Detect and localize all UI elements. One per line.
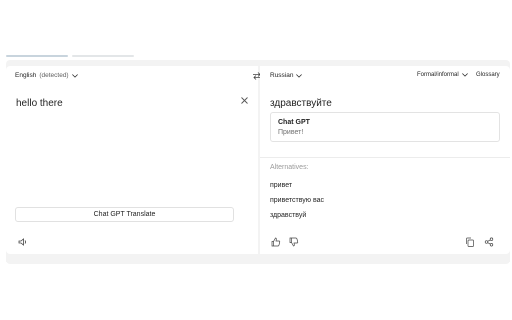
glossary-label: Glossary [476, 72, 500, 78]
alternatives-label: Alternatives: [270, 164, 309, 171]
alternative-item[interactable]: приветствую вас [270, 197, 324, 204]
chevron-down-icon [296, 73, 303, 78]
target-panel [260, 66, 510, 254]
chevron-down-icon [461, 73, 468, 77]
target-language-label: Russian [270, 72, 294, 79]
source-language-label: English [15, 72, 37, 79]
tone-selector[interactable]: Formal/informal [417, 72, 468, 78]
alternative-item[interactable]: здравствуй [270, 212, 306, 219]
speaker-icon[interactable] [18, 237, 28, 247]
header-area [0, 0, 512, 58]
ai-suggestion-card[interactable]: Chat GPT Привет! [270, 112, 500, 142]
card-text: Привет! [278, 129, 304, 136]
chatgpt-translate-button[interactable]: Chat GPT Translate [15, 207, 234, 222]
copy-icon[interactable] [465, 237, 475, 247]
thumbs-down-icon[interactable] [289, 237, 299, 247]
share-icon[interactable] [484, 237, 494, 247]
thumbs-up-icon[interactable] [271, 237, 281, 247]
tab-indicator[interactable] [72, 55, 134, 57]
source-language-hint: (detected) [39, 72, 69, 79]
alternative-item[interactable]: привет [270, 182, 292, 189]
target-language-selector[interactable]: Russian [270, 72, 303, 79]
card-title: Chat GPT [278, 119, 310, 126]
source-text-input[interactable]: hello there [16, 98, 63, 109]
chevron-down-icon [71, 73, 78, 78]
divider [260, 157, 510, 158]
close-icon[interactable] [240, 96, 249, 105]
frame-bottom-edge [6, 258, 510, 262]
tone-label: Formal/informal [417, 72, 459, 78]
glossary-button[interactable]: Glossary [476, 72, 500, 78]
source-language-selector[interactable]: English (detected) [15, 72, 78, 79]
tab-indicator-active[interactable] [6, 55, 68, 57]
translation-output: здравствуйте [270, 98, 332, 109]
source-panel [6, 66, 258, 254]
